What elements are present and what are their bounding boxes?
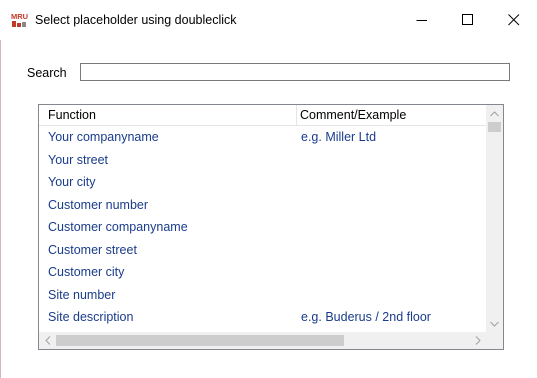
list-row[interactable]: Customer city [39, 261, 486, 284]
row-comment: e.g. Buderus / 2nd floor [301, 310, 431, 324]
list-row[interactable]: Site description e.g. Buderus / 2nd floo… [39, 306, 486, 329]
list-header: Function Comment/Example [39, 105, 486, 126]
chevron-up-icon [490, 110, 499, 116]
horizontal-scroll-thumb[interactable] [56, 335, 344, 346]
row-function: Your city [48, 175, 96, 189]
list-row[interactable]: Site number [39, 284, 486, 307]
row-function: Customer companyname [48, 220, 188, 234]
scroll-right-button[interactable] [469, 332, 486, 349]
list-row[interactable]: Your street [39, 149, 486, 172]
chevron-right-icon [475, 336, 481, 345]
search-input[interactable] [80, 63, 510, 81]
list-row[interactable]: Customer companyname [39, 216, 486, 239]
svg-text:MRU: MRU [11, 12, 28, 21]
list-row[interactable]: Your companyname e.g. Miller Ltd [39, 126, 486, 149]
close-icon [508, 14, 520, 26]
list-row[interactable]: Customer street [39, 239, 486, 262]
row-function: Site number [48, 287, 116, 302]
chevron-down-icon [490, 321, 499, 327]
row-comment: e.g. Miller Ltd [301, 130, 377, 144]
row-function: Your companyname [48, 130, 159, 144]
column-header-function[interactable]: Function [48, 105, 96, 125]
search-label: Search [27, 66, 67, 80]
scrollbar-corner [486, 332, 503, 349]
row-function: Customer city [48, 265, 125, 279]
window-left-edge [0, 0, 1, 378]
row-function: Your street [48, 152, 108, 167]
placeholder-dialog: MRU Select placeholder using doubleclick… [0, 0, 537, 378]
minimize-button[interactable] [399, 0, 445, 40]
row-function: Customer street [48, 242, 137, 257]
scroll-up-button[interactable] [486, 105, 503, 122]
list-rows: Your companyname e.g. Miller Ltd Your st… [39, 126, 486, 329]
window-title: Select placeholder using doubleclick [35, 13, 237, 27]
row-function: Customer number [48, 197, 149, 212]
minimize-icon [416, 20, 427, 21]
app-logo-icon: MRU [11, 12, 28, 27]
row-function: Site description [48, 310, 134, 324]
column-header-comment[interactable]: Comment/Example [300, 105, 406, 125]
list-row[interactable]: Your city [39, 171, 486, 194]
horizontal-scrollbar[interactable] [39, 332, 486, 349]
title-bar[interactable]: MRU Select placeholder using doubleclick [0, 0, 537, 40]
list-row[interactable]: Customer number [39, 194, 486, 217]
scroll-left-button[interactable] [39, 332, 56, 349]
vertical-scroll-thumb[interactable] [488, 122, 501, 132]
chevron-left-icon [44, 336, 50, 345]
placeholder-list[interactable]: Function Comment/Example Your companynam… [38, 104, 504, 350]
column-divider[interactable] [296, 105, 297, 125]
close-button[interactable] [491, 0, 537, 40]
maximize-icon [462, 14, 473, 25]
vertical-scrollbar[interactable] [486, 105, 503, 332]
maximize-button[interactable] [445, 0, 491, 40]
scroll-down-button[interactable] [486, 315, 503, 332]
